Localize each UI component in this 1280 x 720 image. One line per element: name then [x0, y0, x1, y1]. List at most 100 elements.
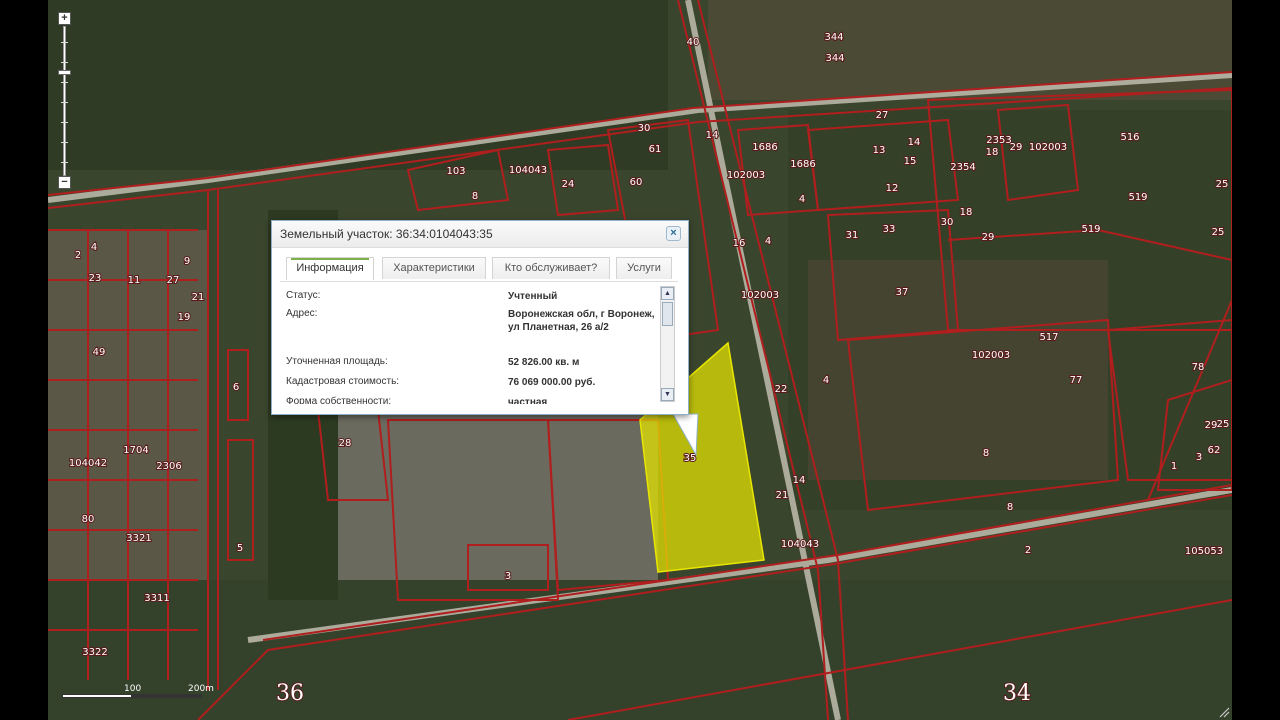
scale-label-100: 100: [124, 684, 142, 694]
zoom-out-button[interactable]: −: [58, 176, 71, 189]
parcel-number-label: 14: [908, 137, 921, 148]
parcel-number-label: 11: [128, 275, 141, 286]
parcel-number-label: 3: [1196, 452, 1202, 463]
parcel-number-label: 4: [823, 375, 829, 386]
parcel-number-label: 3321: [126, 533, 151, 544]
tab-characteristics[interactable]: Характеристики: [382, 257, 486, 279]
resize-grip-icon[interactable]: [1218, 706, 1230, 718]
parcel-number-label: 21: [192, 292, 205, 303]
parcel-number-label: 104043: [781, 539, 819, 550]
info-value: частная: [508, 397, 548, 404]
parcel-number-label: 12: [886, 183, 899, 194]
parcel-number-label: 3: [505, 571, 511, 582]
parcel-number-label: 102003: [741, 290, 779, 301]
parcel-number-label: 8: [472, 191, 478, 202]
parcel-number-label: 3311: [144, 593, 169, 604]
zoom-control[interactable]: + −: [58, 12, 72, 190]
parcel-number-label: 28: [339, 438, 352, 449]
parcel-number-label: 103: [446, 166, 465, 177]
tab-who-serves[interactable]: Кто обслуживает?: [492, 257, 610, 279]
zoom-tick: [61, 142, 68, 143]
parcel-number-label: 9: [184, 256, 190, 267]
close-button[interactable]: ×: [666, 226, 681, 241]
sheet-label-36: 36: [276, 681, 304, 706]
parcel-number-label: 1: [1171, 461, 1177, 472]
parcel-number-label: 80: [82, 514, 95, 525]
parcel-number-label: 14: [706, 130, 719, 141]
parcel-number-label: 2306: [156, 461, 181, 472]
popup-header: Земельный участок: 36:34:0104043:35 ×: [272, 221, 688, 248]
parcel-number-label: 40: [687, 37, 700, 48]
parcel-number-label: 14: [793, 475, 806, 486]
parcel-number-label: 33: [883, 224, 896, 235]
info-key: Статус:: [286, 290, 321, 301]
zoom-tick: [61, 122, 68, 123]
parcel-number-label: 1686: [790, 159, 815, 170]
parcel-number-label: 30: [941, 217, 954, 228]
info-value: Учтенный: [508, 291, 558, 302]
parcel-number-label: 102003: [1029, 142, 1067, 153]
parcel-number-label: 30: [638, 123, 651, 134]
parcel-number-label: 2354: [950, 162, 975, 173]
parcel-number-label: 102003: [972, 350, 1010, 361]
scroll-down-icon[interactable]: ▼: [661, 388, 674, 401]
parcel-number-label: 15: [904, 156, 917, 167]
parcel-number-label: 77: [1070, 375, 1083, 386]
info-key: Уточненная площадь:: [286, 356, 388, 367]
parcel-number-label: 27: [876, 110, 889, 121]
parcel-number-label: 517: [1039, 332, 1058, 343]
info-key: Кадастровая стоимость:: [286, 376, 400, 387]
popup-info-body: Статус: Учтенный Адрес: Воронежская обл,…: [280, 281, 678, 404]
parcel-number-label: 29: [1010, 142, 1023, 153]
info-value: Воронежская обл, г Воронеж, ул Планетная…: [508, 309, 655, 333]
info-value: 52 826.00 кв. м: [508, 357, 580, 368]
zoom-tick: [61, 102, 68, 103]
parcel-number-label: 61: [649, 144, 662, 155]
parcel-number-label: 25: [1216, 179, 1229, 190]
tab-services[interactable]: Услуги: [616, 257, 672, 279]
industrial-area: [328, 400, 658, 610]
parcel-number-label: 62: [1208, 445, 1221, 456]
parcel-number-label: 31: [846, 230, 859, 241]
parcel-number-label: 8: [983, 448, 989, 459]
selected-parcel-label: 35: [684, 453, 697, 464]
parcel-number-label: 49: [93, 347, 106, 358]
parcel-number-label: 4: [91, 242, 97, 253]
zoom-in-button[interactable]: +: [58, 12, 71, 25]
zoom-tick: [61, 162, 68, 163]
parcel-number-label: 344: [825, 53, 844, 64]
zoom-tick: [61, 62, 68, 63]
tab-information[interactable]: Информация: [286, 257, 374, 280]
parcel-number-label: 516: [1120, 132, 1139, 143]
popup-title: Земельный участок: 36:34:0104043:35: [280, 227, 493, 241]
parcel-number-label: 344: [824, 32, 843, 43]
scale-bar-segment: [132, 694, 202, 698]
parcel-number-label: 25: [1217, 419, 1230, 430]
scroll-thumb[interactable]: [662, 302, 673, 326]
parcel-number-label: 3322: [82, 647, 107, 658]
parcel-number-label: 102003: [727, 170, 765, 181]
parcel-number-label: 22: [775, 384, 788, 395]
parcel-number-label: 519: [1128, 192, 1147, 203]
parcel-info-popup: Земельный участок: 36:34:0104043:35 × Ин…: [271, 220, 689, 415]
zoom-tick: [61, 82, 68, 83]
zoom-slider-track[interactable]: [63, 26, 66, 176]
popup-scrollbar[interactable]: ▲ ▼: [660, 286, 675, 402]
scroll-up-icon[interactable]: ▲: [661, 287, 674, 300]
parcel-number-label: 5: [237, 543, 243, 554]
parcel-number-label: 13: [873, 145, 886, 156]
parcel-number-label: 19: [178, 312, 191, 323]
parcel-number-label: 519: [1081, 224, 1100, 235]
clearing-east: [808, 260, 1108, 480]
info-value: 76 069 000.00 руб.: [508, 377, 596, 388]
sheet-label-34: 34: [1003, 681, 1031, 706]
info-key: Адрес:: [286, 308, 318, 319]
forest-north-west: [48, 0, 668, 170]
parcel-number-label: 104042: [69, 458, 107, 469]
parcel-number-label: 21: [776, 490, 789, 501]
zoom-slider-thumb[interactable]: [58, 69, 71, 75]
parcel-number-label: 1686: [752, 142, 777, 153]
parcel-number-label: 29: [982, 232, 995, 243]
parcel-number-label: 1704: [123, 445, 148, 456]
scale-label-200: 200m: [188, 684, 214, 694]
